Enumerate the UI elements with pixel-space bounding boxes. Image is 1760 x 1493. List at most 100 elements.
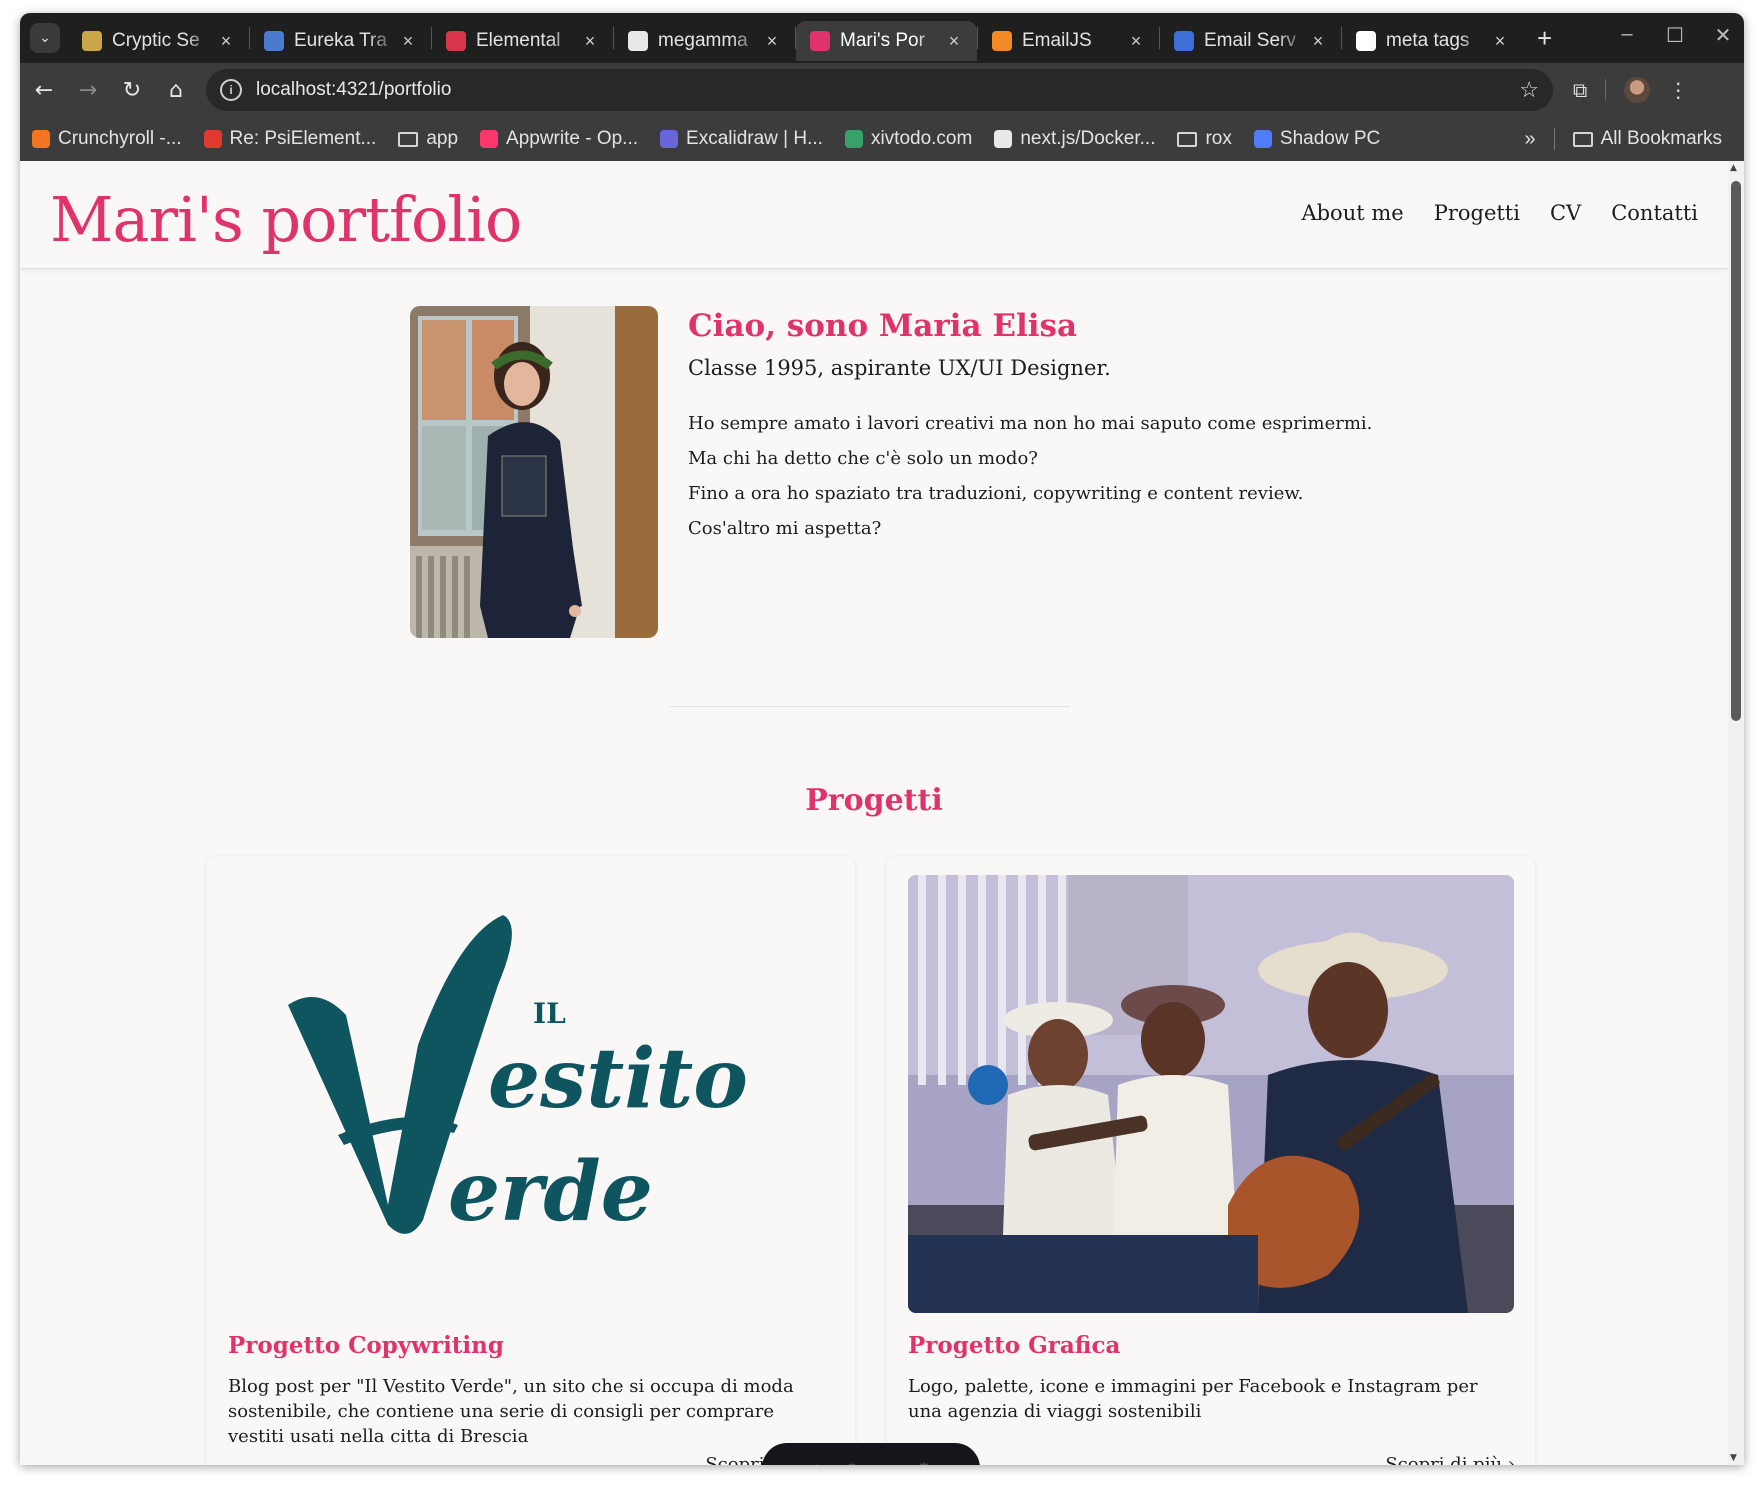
shield-icon	[1174, 31, 1194, 51]
bookmark-label: xivtodo.com	[870, 128, 973, 149]
bookmark-item[interactable]: Shadow PC	[1253, 128, 1381, 150]
tab-close-icon[interactable]: ×	[217, 31, 235, 52]
bookmark-star-icon[interactable]: ☆	[1519, 77, 1539, 103]
swirl-icon	[446, 31, 466, 51]
scroll-up-icon[interactable]: ▲	[1730, 163, 1737, 173]
nav-progetti[interactable]: Progetti	[1434, 201, 1520, 225]
site-brand[interactable]: Mari's portfolio	[50, 183, 522, 256]
browser-tab[interactable]: Cryptic Se ×	[68, 21, 249, 61]
scrollbar-thumb[interactable]	[1731, 181, 1741, 721]
page-viewport: Mari's portfolio About me Progetti CV Co…	[20, 161, 1744, 1465]
folder-icon	[1177, 131, 1198, 147]
google-icon	[1356, 31, 1376, 51]
bookmark-label: rox	[1205, 128, 1232, 149]
nav-contatti[interactable]: Contatti	[1611, 201, 1698, 225]
bookmark-label: Shadow PC	[1279, 128, 1381, 149]
nav-about-me[interactable]: About me	[1301, 201, 1403, 225]
bookmark-favicon	[660, 130, 679, 148]
address-bar[interactable]: i localhost:4321/portfolio ☆	[206, 69, 1553, 111]
tab-close-icon[interactable]: ×	[581, 31, 599, 52]
bookmark-label: app	[426, 128, 459, 149]
site-info-icon[interactable]: i	[220, 79, 242, 101]
projects-title: Progetti	[805, 783, 943, 818]
all-bookmarks-label: All Bookmarks	[1600, 128, 1722, 149]
tab-close-icon[interactable]: ×	[763, 31, 781, 52]
tab-search-button[interactable]: ⌄	[30, 23, 60, 53]
site-nav: About me Progetti CV Contatti	[1301, 201, 1698, 225]
project-card-copywriting[interactable]: IL estito erde Progetto Copywriting Blog…	[207, 856, 855, 1465]
tab-close-icon[interactable]: ×	[945, 31, 963, 52]
section-divider	[670, 706, 1070, 707]
tab-close-icon[interactable]: ×	[1491, 31, 1509, 52]
home-button[interactable]: ⌂	[156, 70, 196, 110]
about-paragraph: Ho sempre amato i lavori creativi ma non…	[688, 413, 1373, 434]
tab-close-icon[interactable]: ×	[1127, 31, 1145, 52]
browser-tab[interactable]: meta tags ×	[1342, 21, 1523, 61]
dev-toolbar-settings-icon[interactable]: ⚙	[917, 1459, 931, 1466]
url-text[interactable]: localhost:4321/portfolio	[256, 79, 1519, 101]
folder-icon	[398, 131, 419, 147]
bookmark-item[interactable]: Crunchyroll -...	[32, 128, 182, 150]
bookmark-item[interactable]: app	[398, 128, 458, 150]
more-bookmarks-button[interactable]: »	[1524, 128, 1535, 151]
menu-icon[interactable]: ⋮	[1668, 78, 1688, 102]
window-controls: – ☐ ✕	[1614, 23, 1736, 48]
musicians-photo	[908, 875, 1514, 1313]
vestito-verde-logo: IL estito erde	[228, 875, 834, 1313]
browser-tab[interactable]: Eureka Tra ×	[250, 21, 431, 61]
tab-title: Cryptic Se	[112, 30, 200, 51]
bookmarks-bar: Crunchyroll -... Re: PsiElement... app Appw…	[20, 117, 1744, 161]
browser-tab[interactable]: Elemental ×	[432, 21, 613, 61]
nav-cv[interactable]: CV	[1550, 201, 1581, 225]
bookmark-item[interactable]: rox	[1177, 128, 1232, 150]
extensions-icon[interactable]: ⧉	[1573, 78, 1587, 102]
bookmark-item[interactable]: Re: PsiElement...	[203, 128, 376, 150]
folder-icon	[1572, 131, 1593, 147]
browser-window: ⌄ Cryptic Se × Eureka Tra × Elemental × megamm…	[20, 13, 1744, 1465]
reload-button[interactable]: ↻	[112, 70, 152, 110]
logo-word-2: erde	[448, 1144, 653, 1240]
browser-tab[interactable]: Email Serv ×	[1160, 21, 1341, 61]
bookmark-item[interactable]: xivtodo.com	[844, 128, 973, 150]
all-bookmarks-button[interactable]: All Bookmarks	[1572, 128, 1722, 150]
tab-close-icon[interactable]: ×	[399, 31, 417, 52]
new-tab-button[interactable]: +	[1537, 23, 1552, 54]
bookmark-item[interactable]: Excalidraw | H...	[660, 128, 823, 150]
back-button[interactable]: ←	[24, 70, 64, 110]
dev-toolbar-inspect-icon[interactable]: ◎	[845, 1459, 859, 1466]
astro-dev-toolbar[interactable]: ▲ ◎ ≡ ⚙	[762, 1443, 980, 1465]
forward-button[interactable]: →	[68, 70, 108, 110]
bookmark-favicon	[480, 130, 499, 148]
page-scrollbar[interactable]: ▲ ▼	[1728, 161, 1744, 1465]
bookmark-label: Excalidraw | H...	[686, 128, 823, 149]
bookmark-item[interactable]: next.js/Docker...	[994, 128, 1155, 150]
browser-tab[interactable]: megamma ×	[614, 21, 795, 61]
project-card-grafica[interactable]: Progetto Grafica Logo, palette, icone e …	[887, 856, 1535, 1465]
browser-tab[interactable]: Mari's Por ×	[796, 21, 977, 61]
tab-title: megamma	[658, 30, 748, 51]
tab-title: Mari's Por	[840, 30, 925, 51]
emailjs-icon	[992, 31, 1012, 51]
close-icon[interactable]: ✕	[1710, 23, 1736, 48]
card-title[interactable]: Progetto Copywriting	[228, 1332, 504, 1359]
minimize-icon[interactable]: –	[1614, 23, 1640, 48]
logo-word-1: estito	[488, 1031, 748, 1127]
profile-avatar[interactable]	[1624, 77, 1651, 103]
bookmark-item[interactable]: Appwrite - Op...	[480, 128, 638, 150]
dev-toolbar-astro-icon[interactable]: ▲	[811, 1459, 823, 1466]
about-paragraph: Cos'altro mi aspetta?	[688, 518, 882, 539]
browser-tab[interactable]: EmailJS ×	[978, 21, 1159, 61]
card-description: Logo, palette, icone e immagini per Face…	[908, 1376, 1478, 1422]
card-title[interactable]: Progetto Grafica	[908, 1332, 1120, 1359]
card-more-link[interactable]: Scopri di più ›	[1385, 1454, 1515, 1465]
chevron-down-icon: ⌄	[39, 30, 51, 46]
bookmark-favicon	[994, 130, 1013, 148]
m-icon	[810, 31, 830, 51]
bookmarks-divider	[1553, 128, 1555, 150]
about-section: Ciao, sono Maria Elisa Classe 1995, aspi…	[410, 306, 1372, 642]
maximize-icon[interactable]: ☐	[1662, 23, 1688, 48]
dev-toolbar-audit-icon[interactable]: ≡	[881, 1459, 894, 1466]
tab-close-icon[interactable]: ×	[1309, 31, 1327, 52]
scroll-down-icon[interactable]: ▼	[1730, 1453, 1737, 1463]
github-icon	[628, 31, 648, 51]
